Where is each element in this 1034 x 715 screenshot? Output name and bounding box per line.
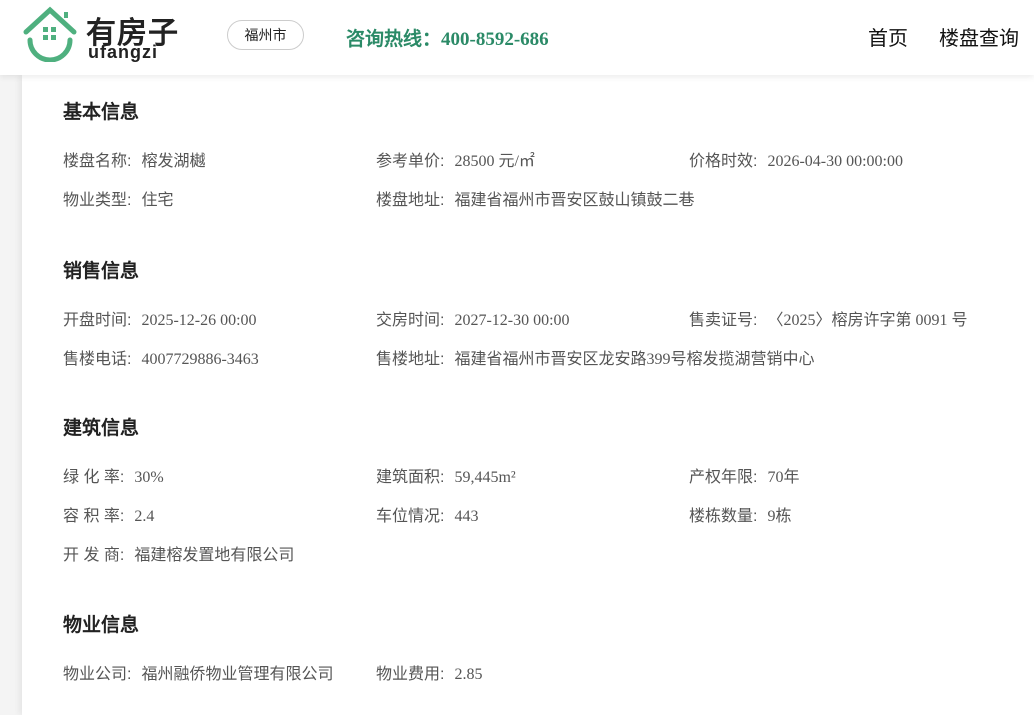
field-label: 售楼地址: <box>376 351 445 368</box>
field-label: 车位情况: <box>376 508 445 525</box>
field-label: 产权年限: <box>689 469 758 486</box>
field-value: 28500 元/㎡ <box>454 153 535 170</box>
info-field: 车位情况: 443 <box>376 502 478 526</box>
field-label: 物业费用: <box>376 666 445 683</box>
field-label: 售卖证号: <box>689 312 758 329</box>
house-logo-icon <box>23 6 77 62</box>
info-field: 楼栋数量: 9栋 <box>689 502 791 526</box>
field-value: 9栋 <box>767 508 792 525</box>
field-value: 福建省福州市晋安区鼓山镇鼓二巷 <box>454 192 695 209</box>
field-label: 开 发 商: <box>63 547 125 564</box>
field-value: 福州融侨物业管理有限公司 <box>141 666 334 683</box>
field-value: 2027-12-30 00:00 <box>454 312 570 329</box>
field-label: 开盘时间: <box>63 312 132 329</box>
field-label: 物业公司: <box>63 666 132 683</box>
info-field: 物业费用: 2.85 <box>376 660 482 684</box>
field-label: 建筑面积: <box>376 469 445 486</box>
field-value: 福建榕发置地有限公司 <box>134 547 295 564</box>
info-field: 物业类型: 住宅 <box>63 186 173 210</box>
field-value: 福建省福州市晋安区龙安路399号榕发揽湖营销中心 <box>454 351 815 368</box>
field-value: 〈2025〉榕房许字第 0091 号 <box>767 312 968 329</box>
field-label: 楼盘名称: <box>63 153 132 170</box>
field-value: 59,445m² <box>454 469 516 486</box>
info-field: 交房时间: 2027-12-30 00:00 <box>376 306 570 330</box>
info-field: 容 积 率: 2.4 <box>63 502 154 526</box>
field-value: 2.4 <box>134 508 155 525</box>
field-value: 2.85 <box>454 666 483 683</box>
info-field: 楼盘地址: 福建省福州市晋安区鼓山镇鼓二巷 <box>376 186 694 210</box>
info-field: 价格时效: 2026-04-30 00:00:00 <box>689 147 903 171</box>
info-field: 绿 化 率: 30% <box>63 463 164 487</box>
field-label: 楼栋数量: <box>689 508 758 525</box>
info-field: 售楼地址: 福建省福州市晋安区龙安路399号榕发揽湖营销中心 <box>376 345 814 369</box>
info-field: 售卖证号: 〈2025〉榕房许字第 0091 号 <box>689 306 967 330</box>
field-label: 容 积 率: <box>63 508 125 525</box>
field-label: 绿 化 率: <box>63 469 125 486</box>
info-field: 参考单价: 28500 元/㎡ <box>376 147 535 171</box>
city-selector[interactable]: 福州市 <box>227 20 304 50</box>
info-field: 楼盘名称: 榕发湖樾 <box>63 147 205 171</box>
hotline: 咨询热线：400-8592-686 <box>346 29 549 50</box>
field-label: 价格时效: <box>689 153 758 170</box>
field-value: 2025-12-26 00:00 <box>141 312 257 329</box>
field-label: 交房时间: <box>376 312 445 329</box>
property-details: 基本信息楼盘名称: 榕发湖樾 参考单价: 28500 元/㎡ 价格时效: 2026-04-… <box>22 75 1034 715</box>
field-label: 售楼电话: <box>63 351 132 368</box>
info-field: 开盘时间: 2025-12-26 00:00 <box>63 306 257 330</box>
building-info-title: 建筑信息 <box>63 418 140 439</box>
logo-subtext: ufangzi <box>88 42 158 62</box>
property-management-info-title: 物业信息 <box>63 615 140 636</box>
field-value: 2026-04-30 00:00:00 <box>767 153 903 170</box>
header: 有房子 ufangzi 福州市 咨询热线：400-8592-686 首页 楼盘查… <box>0 0 1034 75</box>
field-label: 楼盘地址: <box>376 192 445 209</box>
field-value: 住宅 <box>141 192 174 209</box>
field-value: 30% <box>134 469 164 486</box>
sales-info-title: 销售信息 <box>63 261 140 282</box>
info-field: 产权年限: 70年 <box>689 463 799 487</box>
basic-info-title: 基本信息 <box>63 102 140 123</box>
logo[interactable]: 有房子 ufangzi <box>22 6 192 64</box>
info-field: 物业公司: 福州融侨物业管理有限公司 <box>63 660 333 684</box>
field-label: 物业类型: <box>63 192 132 209</box>
info-field: 售楼电话: 4007729886-3463 <box>63 345 259 369</box>
nav-home[interactable]: 首页 <box>868 22 908 51</box>
info-field: 建筑面积: 59,445m² <box>376 463 516 487</box>
field-value: 443 <box>454 508 479 525</box>
field-value: 70年 <box>767 469 800 486</box>
nav-property-search[interactable]: 楼盘查询 <box>939 22 1019 51</box>
field-value: 榕发湖樾 <box>141 153 206 170</box>
field-label: 参考单价: <box>376 153 445 170</box>
info-field: 开 发 商: 福建榕发置地有限公司 <box>63 541 294 565</box>
field-value: 4007729886-3463 <box>141 351 259 368</box>
